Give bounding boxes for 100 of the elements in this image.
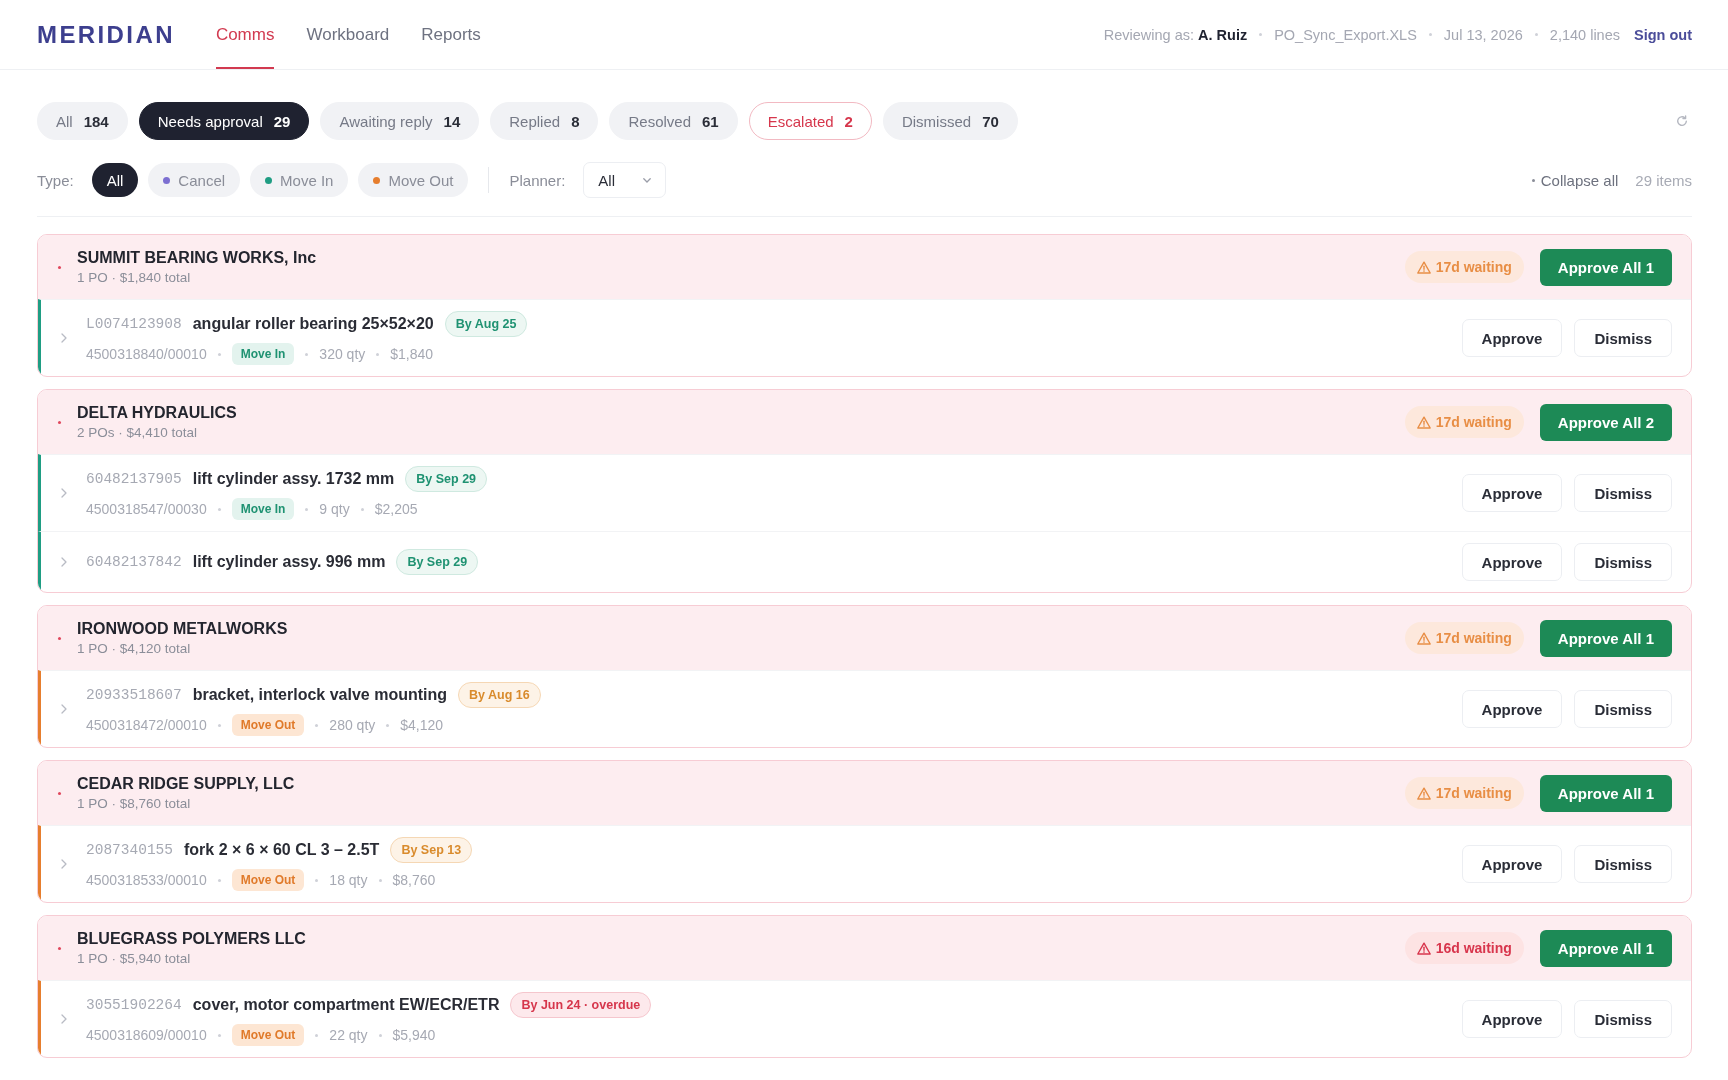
action-button[interactable]: Approve [1461,690,1563,728]
action-button[interactable]: Dismiss [1574,690,1672,728]
amount-text: $4,120 [400,717,444,733]
supplier-summary: 1 PO · $1,840 total [77,270,192,285]
sign-out-link[interactable]: Sign out [1634,26,1692,43]
due-date-badge: By Sep 13 [390,837,473,863]
item-count: 29 items [1635,171,1692,189]
nav-tab[interactable]: Comms [215,0,275,69]
part-number: 2087340155 [86,842,173,858]
date-text: Jul 13, 2026 [1443,26,1523,43]
marker-icon [58,791,61,795]
refresh-icon[interactable] [1676,115,1688,127]
chevron-right-icon[interactable] [61,1014,67,1024]
part-number: 20933518607 [86,687,182,703]
warning-icon [1416,631,1431,645]
waiting-text: 17d waiting [1435,785,1512,801]
action-button[interactable]: Dismiss [1574,474,1672,512]
nav-tab[interactable]: Reports [421,0,481,69]
po-number: 4500318840/00010 [86,346,207,362]
action-button[interactable]: Approve [1461,474,1563,512]
chevron-right-icon[interactable] [61,704,67,714]
approve-all-button[interactable]: Approve All 1 [1539,929,1672,967]
amount-text: $8,760 [392,872,436,888]
approve-all-button[interactable]: Approve All 1 [1539,248,1672,286]
action-button[interactable]: Approve [1461,1000,1563,1038]
type-tag: Move Out [231,869,305,891]
amount-text: $5,940 [392,1027,436,1043]
status-tab[interactable]: Needs approval 29 [138,102,310,140]
amount-text: $1,840 [390,346,434,362]
supplier-name: IRONWOOD METALWORKS [77,620,288,638]
action-button[interactable]: Dismiss [1574,845,1672,883]
quantity-text: 18 qty [329,872,368,888]
chevron-right-icon[interactable] [61,333,67,343]
amount-text: $2,205 [374,501,418,517]
status-tab[interactable]: All 184 [37,102,128,140]
action-button[interactable]: Dismiss [1574,1000,1672,1038]
part-number: 60482137842 [86,554,182,570]
supplier-summary: 1 PO · $5,940 total [77,951,192,966]
status-tab[interactable]: Escalated 2 [748,102,872,140]
separator-dot-icon [315,1033,319,1037]
approve-all-button[interactable]: Approve All 1 [1539,774,1672,812]
planner-select[interactable]: All [583,162,667,198]
action-button[interactable]: Dismiss [1574,543,1672,581]
item-name: bracket, interlock valve mounting [192,686,447,704]
action-button[interactable]: Approve [1461,845,1563,883]
waiting-text: 17d waiting [1435,414,1512,430]
status-tab[interactable]: Replied 8 [490,102,599,140]
supplier-summary: 2 POs · $4,410 total [77,425,199,440]
approve-all-button[interactable]: Approve All 1 [1539,619,1672,657]
separator-dot-icon [217,352,221,356]
line-count: 2,140 lines [1549,26,1620,43]
separator-dot-icon [1259,33,1263,36]
type-chip[interactable]: All [91,163,139,197]
action-button[interactable]: Approve [1461,543,1563,581]
separator-dot-icon [315,878,319,882]
due-date-badge: By Sep 29 [405,466,488,492]
action-button[interactable]: Dismiss [1574,319,1672,357]
separator-dot-icon [386,723,390,727]
quantity-text: 320 qty [319,346,366,362]
status-tab[interactable]: Dismissed 70 [882,102,1018,140]
part-number: 60482137905 [86,471,182,487]
status-tab[interactable]: Resolved 61 [609,102,738,140]
approve-all-button[interactable]: Approve All 2 [1539,403,1672,441]
separator-dot-icon [217,723,221,727]
po-number: 4500318609/00010 [86,1027,207,1043]
chevron-right-icon[interactable] [61,557,67,567]
separator-dot-icon [1428,33,1432,36]
warning-icon [1416,941,1431,955]
chevron-right-icon[interactable] [61,488,67,498]
reviewer-text: Reviewing as: A. Ruiz [1103,26,1248,43]
due-date-badge: By Jun 24 · overdue [510,992,652,1018]
supplier-name: CEDAR RIDGE SUPPLY, LLC [77,775,295,793]
waiting-text: 17d waiting [1435,259,1512,275]
separator-dot-icon [1534,33,1538,36]
logo: MERIDIAN [37,20,175,49]
type-tag: Move Out [231,714,305,736]
action-button[interactable]: Approve [1461,319,1563,357]
type-tag: Move Out [231,1024,305,1046]
supplier-name: SUMMIT BEARING WORKS, Inc [77,249,317,267]
type-tag: Move In [231,343,295,365]
separator-dot-icon [217,1033,221,1037]
collapse-all-button[interactable]: Collapse all [1531,171,1619,189]
waiting-text: 17d waiting [1435,630,1512,646]
marker-icon [58,636,61,640]
due-date-badge: By Aug 25 [444,311,528,337]
separator-dot-icon [217,507,221,511]
part-number: 30551902264 [86,997,182,1013]
part-number: L0074123908 [86,316,182,332]
quantity-text: 22 qty [329,1027,368,1043]
item-name: lift cylinder assy. 996 mm [192,553,386,571]
type-tag: Move In [231,498,295,520]
warning-icon [1416,786,1431,800]
chevron-right-icon[interactable] [61,859,67,869]
separator-dot-icon [315,723,319,727]
status-tab[interactable]: Awaiting reply 14 [320,102,480,140]
waiting-text: 16d waiting [1435,940,1512,956]
item-name: lift cylinder assy. 1732 mm [192,470,395,488]
marker-icon [58,946,61,950]
nav-tab[interactable]: Workboard [306,0,390,69]
item-name: cover, motor compartment EW/ECR/ETR [192,996,500,1014]
